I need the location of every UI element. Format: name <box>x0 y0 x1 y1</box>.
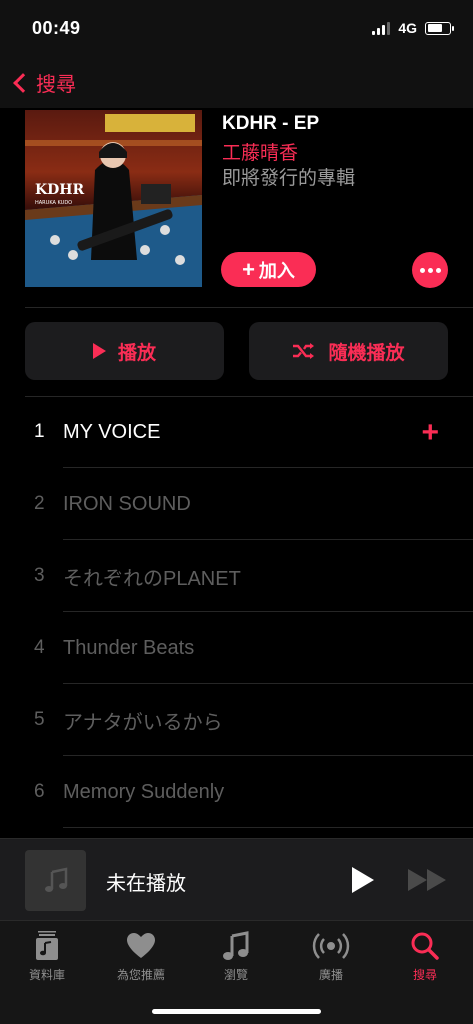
battery-icon <box>425 21 454 35</box>
cover-title: KDHR <box>35 182 85 198</box>
now-playing-title: 未在播放 <box>106 873 186 895</box>
mini-play-button[interactable] <box>352 867 374 893</box>
status-time: 00:49 <box>32 18 81 38</box>
track-number: 2 <box>34 493 45 514</box>
library-icon <box>33 929 61 963</box>
shuffle-icon <box>293 343 315 359</box>
radio-icon <box>312 929 350 963</box>
tab-label: 為您推薦 <box>116 968 165 982</box>
play-button[interactable]: 播放 <box>25 322 224 380</box>
play-label: 播放 <box>117 342 156 364</box>
cover-subtitle: HARUKA KUDO <box>35 200 72 206</box>
track-title: アナタがいるから <box>63 711 223 734</box>
album-cover[interactable]: KDHR HARUKA KUDO <box>25 110 202 287</box>
album-release-status: 即將發行的專輯 <box>222 168 356 189</box>
heart-icon <box>126 929 156 963</box>
track-row[interactable]: 2 IRON SOUND <box>0 468 473 540</box>
status-indicators: 4G <box>372 20 454 36</box>
track-title: Memory Suddenly <box>63 780 225 803</box>
fast-forward-icon <box>408 869 427 891</box>
mini-player-artwork <box>25 850 86 911</box>
play-icon <box>92 343 106 359</box>
more-dot-icon <box>419 267 425 273</box>
tab-bar: 資料庫 為您推薦 瀏覽 廣播 搜尋 <box>0 920 473 1024</box>
search-icon <box>410 929 440 963</box>
status-bar: 00:49 4G <box>0 0 473 60</box>
track-row[interactable]: 4 Thunder Beats <box>0 612 473 684</box>
music-note-icon <box>222 929 250 963</box>
music-note-icon <box>44 866 67 892</box>
chevron-left-icon <box>13 72 33 93</box>
track-number: 4 <box>34 637 45 658</box>
tab-browse[interactable]: 瀏覽 <box>189 929 283 983</box>
album-title: KDHR - EP <box>222 113 320 134</box>
tab-radio[interactable]: 廣播 <box>284 929 378 983</box>
track-row[interactable]: 5 アナタがいるから <box>0 684 473 756</box>
track-row[interactable]: 3 それぞれのPLANET <box>0 540 473 612</box>
track-number: 3 <box>34 565 45 586</box>
mini-player[interactable]: 未在播放 <box>0 838 473 920</box>
back-button[interactable]: 搜尋 <box>10 68 76 97</box>
track-title: MY VOICE <box>63 420 161 443</box>
track-list: 1 MY VOICE + 2 IRON SOUND 3 それぞれのPLANET … <box>0 396 473 828</box>
track-row[interactable]: 1 MY VOICE + <box>0 396 473 468</box>
track-number: 1 <box>34 421 45 442</box>
add-to-library-button[interactable]: + 加入 <box>221 252 316 287</box>
tab-label: 廣播 <box>318 968 343 982</box>
tab-label: 資料庫 <box>28 968 65 982</box>
album-header: KDHR HARUKA KUDO KDHR - EP 工藤晴香 即將發行的專輯 … <box>0 108 473 306</box>
nav-bar: 搜尋 <box>0 60 473 108</box>
network-type: 4G <box>398 20 417 36</box>
track-number: 6 <box>34 781 45 802</box>
tab-search[interactable]: 搜尋 <box>378 929 472 983</box>
plus-icon: + <box>242 256 255 282</box>
fast-forward-button[interactable] <box>408 869 446 891</box>
header-divider <box>25 307 473 308</box>
track-title: それぞれのPLANET <box>63 567 241 590</box>
add-track-button[interactable]: + <box>421 418 439 448</box>
add-label: 加入 <box>258 260 295 281</box>
tab-for-you[interactable]: 為您推薦 <box>94 929 188 983</box>
album-artist-link[interactable]: 工藤晴香 <box>222 138 298 165</box>
home-indicator[interactable] <box>152 1009 321 1014</box>
track-row[interactable]: 6 Memory Suddenly <box>0 756 473 828</box>
back-label: 搜尋 <box>36 74 76 96</box>
track-title: Thunder Beats <box>63 636 195 659</box>
signal-icon <box>372 21 391 35</box>
track-number: 5 <box>34 709 45 730</box>
tab-library[interactable]: 資料庫 <box>0 929 94 983</box>
shuffle-button[interactable]: 隨機播放 <box>249 322 448 380</box>
tab-label: 搜尋 <box>412 968 437 982</box>
tab-label: 瀏覽 <box>223 968 248 982</box>
track-title: IRON SOUND <box>63 492 191 515</box>
more-options-button[interactable] <box>412 252 448 288</box>
shuffle-label: 隨機播放 <box>328 342 405 364</box>
